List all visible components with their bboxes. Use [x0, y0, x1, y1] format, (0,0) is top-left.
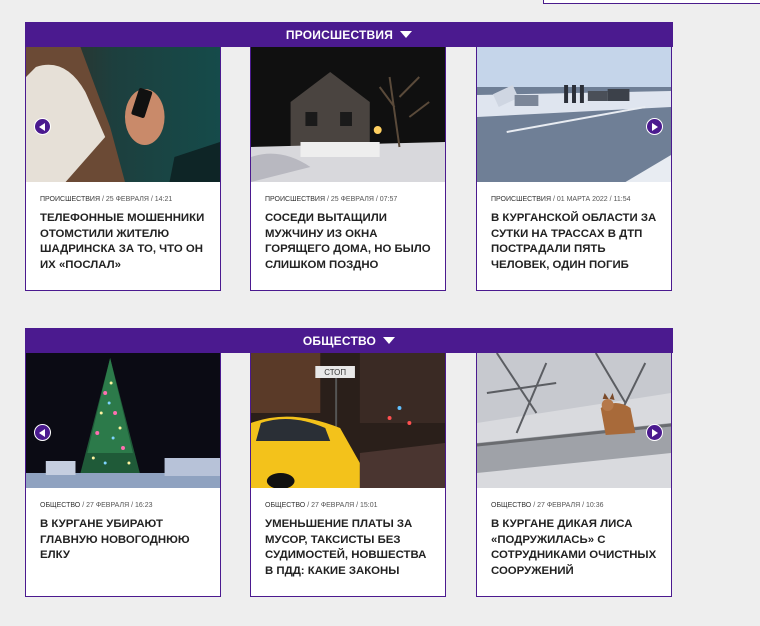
- news-card[interactable]: ПРОИСШЕСТВИЯ / 01 МАРТА 2022 / 11:54 В К…: [476, 47, 672, 291]
- news-category[interactable]: ОБЩЕСТВО: [491, 502, 531, 509]
- chevron-right-icon: [652, 122, 658, 131]
- section-header-society[interactable]: ОБЩЕСТВО: [25, 328, 673, 353]
- carousel-prev-button[interactable]: [34, 118, 51, 135]
- section-incidents: ПРОИСШЕСТВИЯ ПРОИСШЕСТВИЯ / 25 ФЕВРАЛЯ /…: [25, 22, 673, 293]
- news-photo-phone[interactable]: [26, 47, 220, 182]
- news-photo-accident[interactable]: [477, 47, 671, 182]
- news-photo-taxi[interactable]: СТОП: [251, 353, 445, 488]
- section-society: ОБЩЕСТВО ОБЩЕСТВО / 27 ФЕВРАЛЯ / 16:23 В…: [25, 328, 673, 599]
- chevron-left-icon: [39, 428, 45, 437]
- news-date: / 25 ФЕВРАЛЯ / 14:21: [100, 196, 173, 203]
- news-category[interactable]: ПРОИСШЕСТВИЯ: [491, 196, 551, 203]
- caret-down-icon: [400, 31, 413, 38]
- news-meta: ПРОИСШЕСТВИЯ / 25 ФЕВРАЛЯ / 14:21: [40, 196, 220, 203]
- news-title[interactable]: УМЕНЬШЕНИЕ ПЛАТЫ ЗА МУСОР, ТАКСИСТЫ БЕЗ …: [265, 517, 433, 579]
- news-date: / 27 ФЕВРАЛЯ / 15:01: [305, 502, 378, 509]
- news-category[interactable]: ПРОИСШЕСТВИЯ: [40, 196, 100, 203]
- street-sign-text: СТОП: [324, 368, 346, 377]
- news-date: / 27 ФЕВРАЛЯ / 10:36: [531, 502, 604, 509]
- news-card[interactable]: ОБЩЕСТВО / 27 ФЕВРАЛЯ / 10:36 В КУРГАНЕ …: [476, 353, 672, 597]
- news-title[interactable]: В КУРГАНЕ ДИКАЯ ЛИСА «ПОДРУЖИЛАСЬ» С СОТ…: [491, 517, 659, 579]
- news-meta: ПРОИСШЕСТВИЯ / 01 МАРТА 2022 / 11:54: [491, 196, 671, 203]
- top-tab-edge: [543, 0, 760, 4]
- news-card[interactable]: ПРОИСШЕСТВИЯ / 25 ФЕВРАЛЯ / 07:57 СОСЕДИ…: [250, 47, 446, 291]
- news-category[interactable]: ОБЩЕСТВО: [265, 502, 305, 509]
- news-title[interactable]: В КУРГАНЕ УБИРАЮТ ГЛАВНУЮ НОВОГОДНЮЮ ЕЛК…: [40, 517, 208, 564]
- news-category[interactable]: ОБЩЕСТВО: [40, 502, 80, 509]
- news-photo-christmas-tree[interactable]: [26, 353, 220, 488]
- carousel-prev-button[interactable]: [34, 424, 51, 441]
- news-title[interactable]: ТЕЛЕФОННЫЕ МОШЕННИКИ ОТОМСТИЛИ ЖИТЕЛЮ ША…: [40, 211, 208, 273]
- news-meta: ОБЩЕСТВО / 27 ФЕВРАЛЯ / 15:01: [265, 502, 445, 509]
- news-card[interactable]: ПРОИСШЕСТВИЯ / 25 ФЕВРАЛЯ / 14:21 ТЕЛЕФО…: [25, 47, 221, 291]
- card-carousel: ОБЩЕСТВО / 27 ФЕВРАЛЯ / 16:23 В КУРГАНЕ …: [25, 353, 673, 599]
- chevron-left-icon: [39, 122, 45, 131]
- news-title[interactable]: СОСЕДИ ВЫТАЩИЛИ МУЖЧИНУ ИЗ ОКНА ГОРЯЩЕГО…: [265, 211, 433, 273]
- news-meta: ОБЩЕСТВО / 27 ФЕВРАЛЯ / 10:36: [491, 502, 671, 509]
- news-photo-fox[interactable]: [477, 353, 671, 488]
- chevron-right-icon: [652, 428, 658, 437]
- news-meta: ОБЩЕСТВО / 27 ФЕВРАЛЯ / 16:23: [40, 502, 220, 509]
- news-date: / 25 ФЕВРАЛЯ / 07:57: [325, 196, 398, 203]
- news-date: / 27 ФЕВРАЛЯ / 16:23: [80, 502, 153, 509]
- news-category[interactable]: ПРОИСШЕСТВИЯ: [265, 196, 325, 203]
- news-meta: ПРОИСШЕСТВИЯ / 25 ФЕВРАЛЯ / 07:57: [265, 196, 445, 203]
- news-photo-burnt-house[interactable]: [251, 47, 445, 182]
- caret-down-icon: [383, 337, 396, 344]
- news-title[interactable]: В КУРГАНСКОЙ ОБЛАСТИ ЗА СУТКИ НА ТРАССАХ…: [491, 211, 659, 273]
- carousel-next-button[interactable]: [646, 118, 663, 135]
- news-date: / 01 МАРТА 2022 / 11:54: [551, 196, 631, 203]
- section-header-incidents[interactable]: ПРОИСШЕСТВИЯ: [25, 22, 673, 47]
- section-title: ОБЩЕСТВО: [302, 333, 377, 348]
- card-carousel: ПРОИСШЕСТВИЯ / 25 ФЕВРАЛЯ / 14:21 ТЕЛЕФО…: [25, 47, 673, 293]
- section-title: ПРОИСШЕСТВИЯ: [285, 27, 394, 42]
- news-card[interactable]: ОБЩЕСТВО / 27 ФЕВРАЛЯ / 16:23 В КУРГАНЕ …: [25, 353, 221, 597]
- news-card[interactable]: СТОП ОБЩЕСТВО / 27 ФЕВРАЛЯ / 15:01 УМЕНЬ…: [250, 353, 446, 597]
- carousel-next-button[interactable]: [646, 424, 663, 441]
